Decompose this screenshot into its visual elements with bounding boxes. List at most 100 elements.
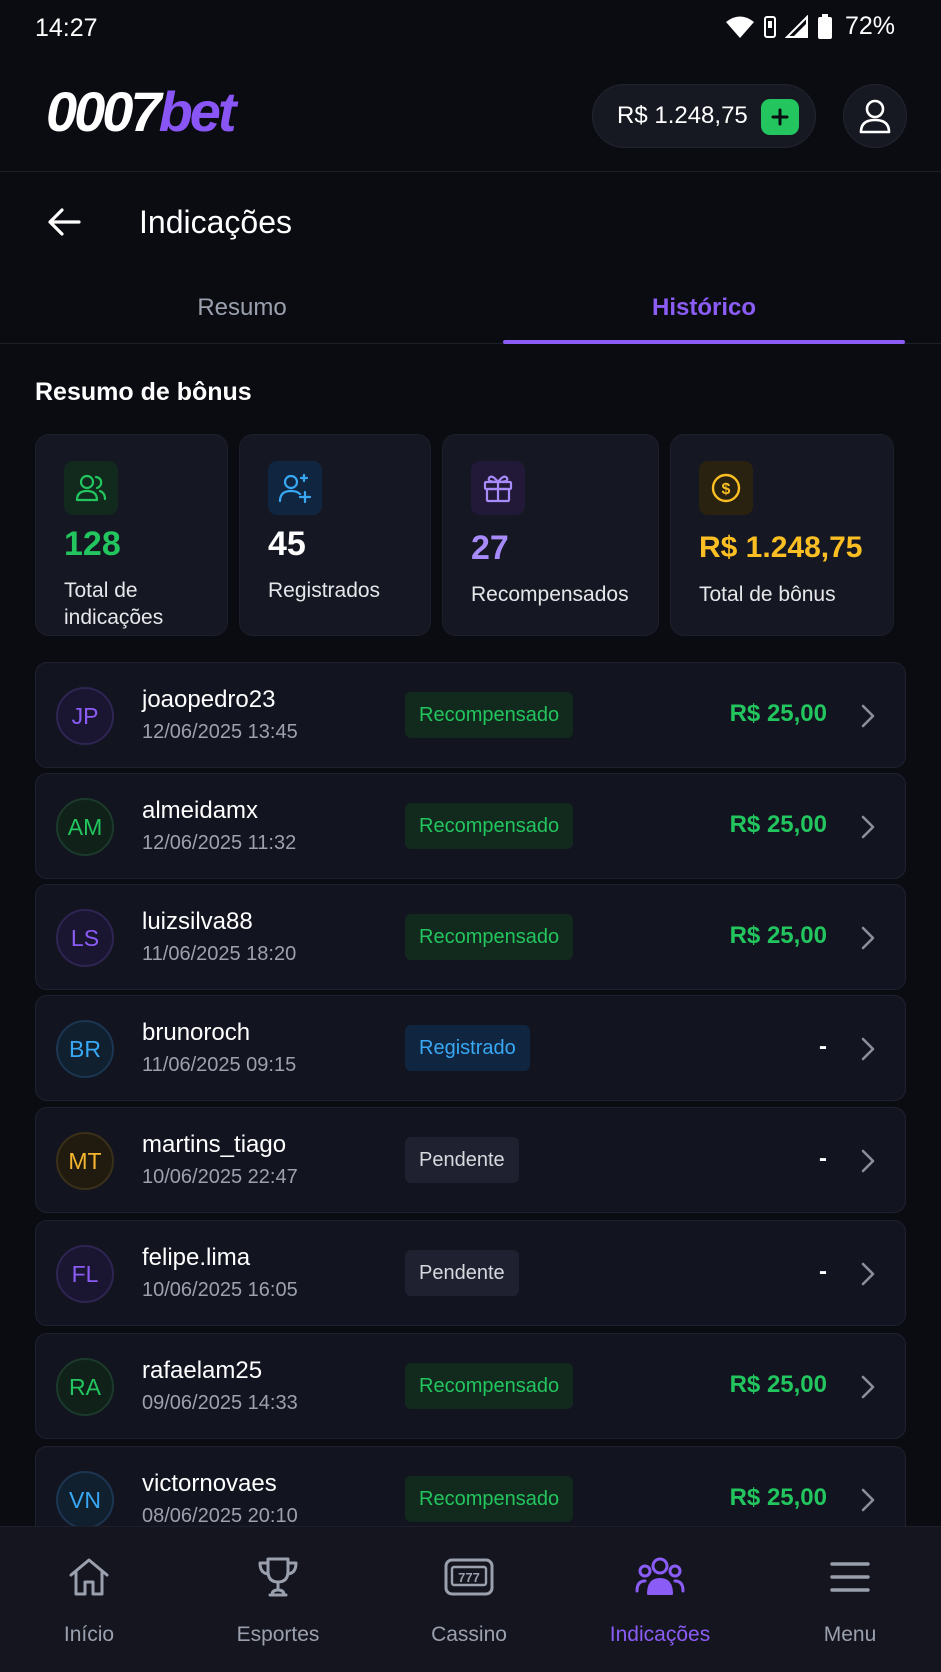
referral-row[interactable]: BR brunoroch 11/06/2025 09:15 Registrado… <box>35 995 906 1101</box>
stat-card-total: 128 Total de indicações <box>35 434 228 636</box>
referral-username: joaopedro23 <box>142 686 276 713</box>
svg-text:777: 777 <box>458 1570 480 1585</box>
stat-label: Registrados <box>268 579 381 602</box>
stat-label: Recompensados <box>471 583 629 606</box>
nav-label: Esportes <box>236 1623 320 1646</box>
user-plus-icon <box>268 461 322 515</box>
balance-display[interactable]: R$ 1.248,75 <box>592 84 816 148</box>
referral-row[interactable]: LS luizsilva88 11/06/2025 18:20 Recompen… <box>35 884 906 990</box>
status-badge: Registrado <box>405 1025 530 1071</box>
chevron-right-icon <box>861 1262 875 1286</box>
stat-label: Total de bônus <box>699 583 836 606</box>
chevron-right-icon <box>861 1149 875 1173</box>
referral-row[interactable]: JP joaopedro23 12/06/2025 13:45 Recompen… <box>35 662 906 768</box>
deposit-button[interactable] <box>761 99 799 135</box>
stat-card-rewarded: 27 Recompensados <box>442 434 659 636</box>
referral-date: 11/06/2025 18:20 <box>142 943 297 965</box>
nav-menu[interactable]: Menu <box>756 1527 941 1672</box>
balance-amount: R$ 1.248,75 <box>617 102 748 129</box>
nav-label: Menu <box>823 1623 877 1646</box>
nav-label: Início <box>63 1623 115 1646</box>
referral-amount: R$ 25,00 <box>729 1371 827 1398</box>
status-badge: Pendente <box>405 1137 519 1183</box>
referral-amount: R$ 25,00 <box>729 811 827 838</box>
avatar: LS <box>56 909 114 967</box>
referral-row[interactable]: AM almeidamx 12/06/2025 11:32 Recompensa… <box>35 773 906 879</box>
referral-date: 10/06/2025 22:47 <box>142 1166 298 1188</box>
wifi-icon <box>725 15 755 39</box>
home-icon <box>63 1551 115 1603</box>
users-icon <box>64 461 118 515</box>
logo-part-1: 0007 <box>46 80 162 143</box>
referral-date: 10/06/2025 16:05 <box>142 1279 298 1301</box>
status-badge: Recompensado <box>405 1476 574 1522</box>
referral-amount: - <box>819 1145 827 1172</box>
tab-historico[interactable]: Histórico <box>503 272 905 344</box>
referral-amount: R$ 25,00 <box>729 700 827 727</box>
nav-indicacoes[interactable]: Indicações <box>566 1527 754 1672</box>
stat-card-registered: 45 Registrados <box>239 434 431 636</box>
stat-label: Total de <box>64 579 138 602</box>
status-badge: Recompensado <box>405 914 574 960</box>
avatar: RA <box>56 1358 114 1416</box>
referral-row[interactable]: RA rafaelam25 09/06/2025 14:33 Recompens… <box>35 1333 906 1439</box>
app-header: 0007bet R$ 1.248,75 <box>0 56 941 172</box>
stat-value: 45 <box>268 525 306 563</box>
referral-username: rafaelam25 <box>142 1357 263 1384</box>
coin-icon: $ <box>699 461 753 515</box>
chevron-right-icon <box>861 1488 875 1512</box>
referral-date: 12/06/2025 13:45 <box>142 721 298 743</box>
referral-date: 12/06/2025 11:32 <box>142 832 297 854</box>
users-icon <box>634 1551 686 1603</box>
referral-row[interactable]: MT martins_tiago 10/06/2025 22:47 Penden… <box>35 1107 906 1213</box>
stat-value: 27 <box>471 529 509 567</box>
referral-username: felipe.lima <box>142 1244 251 1271</box>
profile-button[interactable] <box>843 84 907 148</box>
referral-date: 09/06/2025 14:33 <box>142 1392 298 1414</box>
page-header: Indicações <box>0 172 941 272</box>
brand-logo[interactable]: 0007bet <box>46 84 237 140</box>
avatar: VN <box>56 1471 114 1529</box>
battery-icon <box>817 13 833 40</box>
referral-date: 08/06/2025 20:10 <box>142 1505 298 1527</box>
nav-inicio[interactable]: Início <box>0 1527 183 1672</box>
status-badge: Recompensado <box>405 1363 574 1409</box>
nav-esportes[interactable]: Esportes <box>184 1527 372 1672</box>
stat-value: 128 <box>64 525 121 563</box>
stat-value: R$ 1.248,75 <box>699 531 863 564</box>
chevron-right-icon <box>861 815 875 839</box>
referral-row[interactable]: FL felipe.lima 10/06/2025 16:05 Pendente… <box>35 1220 906 1326</box>
referral-username: luizsilva88 <box>142 908 253 935</box>
avatar: MT <box>56 1132 114 1190</box>
nav-cassino[interactable]: 777 Cassino <box>375 1527 563 1672</box>
gift-icon <box>471 461 525 515</box>
nav-label: Cassino <box>431 1623 507 1646</box>
referral-amount: - <box>819 1258 827 1285</box>
avatar: FL <box>56 1245 114 1303</box>
tab-resumo[interactable]: Resumo <box>20 272 464 344</box>
back-button[interactable] <box>44 202 84 242</box>
bottom-nav: Início Esportes 777 Cassino Indicações M… <box>0 1526 941 1672</box>
slot-machine-icon: 777 <box>443 1551 495 1603</box>
section-title: Resumo de bônus <box>35 378 252 406</box>
battery-percent: 72% <box>844 12 895 40</box>
avatar: AM <box>56 798 114 856</box>
status-icons: 72% <box>725 12 895 41</box>
vibrate-icon <box>763 15 777 39</box>
referral-amount: R$ 25,00 <box>729 922 827 949</box>
status-badge: Recompensado <box>405 803 574 849</box>
trophy-icon <box>252 1551 304 1603</box>
logo-part-2: bet <box>158 80 237 143</box>
nav-label: Indicações <box>609 1623 711 1646</box>
chevron-right-icon <box>861 926 875 950</box>
referral-amount: R$ 25,00 <box>729 1484 827 1511</box>
avatar: BR <box>56 1020 114 1078</box>
user-icon <box>859 99 891 134</box>
app-screen: 14:27 72% 0007bet R$ 1.248,75 Indicações… <box>0 0 941 1672</box>
arrow-left-icon <box>48 208 81 236</box>
referral-username: almeidamx <box>142 797 259 824</box>
stat-label: indicações <box>64 606 164 629</box>
status-time: 14:27 <box>35 14 98 42</box>
referral-amount: - <box>819 1033 827 1060</box>
referral-username: victornovaes <box>142 1470 277 1497</box>
